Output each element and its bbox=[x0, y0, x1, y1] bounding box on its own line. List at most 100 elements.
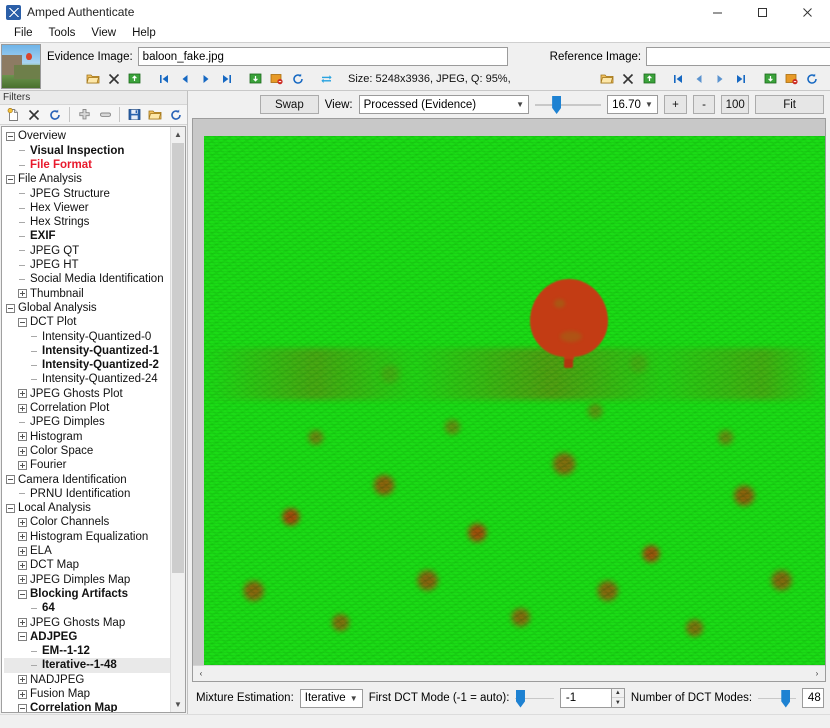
menu-help[interactable]: Help bbox=[124, 26, 164, 40]
hscroll-right-icon[interactable]: › bbox=[809, 666, 825, 681]
export-reference-icon[interactable] bbox=[640, 69, 659, 88]
tree-expand-icon[interactable] bbox=[18, 546, 27, 556]
tree-item[interactable]: Thumbnail bbox=[4, 287, 170, 301]
number-of-dct-modes-value[interactable]: 48 bbox=[801, 688, 824, 708]
evidence-input[interactable]: baloon_fake.jpg bbox=[137, 47, 508, 66]
tree-item[interactable]: Overview bbox=[4, 129, 170, 143]
tree-item[interactable]: Social Media Identification bbox=[4, 272, 170, 286]
open-evidence-icon[interactable] bbox=[83, 69, 102, 88]
tree-item[interactable]: DCT Map bbox=[4, 558, 170, 572]
tree-item[interactable]: JPEG QT bbox=[4, 244, 170, 258]
add-filter-icon[interactable] bbox=[74, 105, 94, 124]
zoom-fit-button[interactable]: Fit bbox=[755, 95, 824, 114]
tree-item[interactable]: Local Analysis bbox=[4, 501, 170, 515]
tree-item[interactable]: JPEG HT bbox=[4, 258, 170, 272]
close-evidence-icon[interactable] bbox=[104, 69, 123, 88]
tree-expand-icon[interactable] bbox=[18, 532, 27, 542]
tree-expand-icon[interactable] bbox=[18, 675, 27, 685]
remove-filter-icon[interactable] bbox=[95, 105, 115, 124]
tree-expand-icon[interactable] bbox=[18, 518, 27, 528]
hscroll-left-icon[interactable]: ‹ bbox=[193, 666, 209, 681]
tree-expand-icon[interactable] bbox=[18, 460, 27, 470]
tree-expand-icon[interactable] bbox=[18, 389, 27, 399]
tree-item[interactable]: EM--1-12 bbox=[4, 644, 170, 658]
export-evidence-icon[interactable] bbox=[125, 69, 144, 88]
tree-item[interactable]: Intensity-Quantized-0 bbox=[4, 330, 170, 344]
number-of-dct-modes-slider[interactable] bbox=[758, 689, 796, 708]
tree-item[interactable]: Fusion Map bbox=[4, 687, 170, 701]
tree-expand-icon[interactable] bbox=[18, 560, 27, 570]
first-dct-mode-slider[interactable] bbox=[515, 689, 554, 708]
save-image-icon[interactable] bbox=[761, 69, 780, 88]
swap-button[interactable]: Swap bbox=[260, 95, 319, 114]
tree-item[interactable]: JPEG Ghosts Plot bbox=[4, 387, 170, 401]
tree-item[interactable]: JPEG Dimples bbox=[4, 415, 170, 429]
tree-item[interactable]: File Format bbox=[4, 158, 170, 172]
previous-image-icon[interactable] bbox=[690, 69, 709, 88]
tree-item[interactable]: Color Channels bbox=[4, 515, 170, 529]
zoom-in-button[interactable]: + bbox=[663, 95, 687, 114]
tree-item[interactable]: Visual Inspection bbox=[4, 144, 170, 158]
menu-file[interactable]: File bbox=[6, 26, 41, 40]
zoom-100-button[interactable]: 100 bbox=[721, 95, 750, 114]
tree-item[interactable]: Hex Viewer bbox=[4, 201, 170, 215]
tree-item[interactable]: ELA bbox=[4, 544, 170, 558]
tree-item[interactable]: ADJPEG bbox=[4, 630, 170, 644]
add-bookmark-icon[interactable] bbox=[782, 69, 801, 88]
scroll-down-icon[interactable]: ▼ bbox=[171, 697, 185, 712]
tree-item[interactable]: Hex Strings bbox=[4, 215, 170, 229]
tree-expand-icon[interactable] bbox=[18, 689, 27, 699]
tree-item[interactable]: Intensity-Quantized-2 bbox=[4, 358, 170, 372]
maximize-button[interactable] bbox=[740, 0, 785, 24]
tree-item[interactable]: EXIF bbox=[4, 229, 170, 243]
tree-item[interactable]: Correlation Plot bbox=[4, 401, 170, 415]
tree-item[interactable]: Color Space bbox=[4, 444, 170, 458]
tree-expand-icon[interactable] bbox=[18, 403, 27, 413]
filter-tree[interactable]: Overview Visual Inspection File Format File… bbox=[2, 127, 170, 712]
last-image-icon[interactable] bbox=[732, 69, 751, 88]
tree-item[interactable]: NADJPEG bbox=[4, 673, 170, 687]
reset-filters-icon[interactable] bbox=[166, 105, 186, 124]
refresh-filter-icon[interactable] bbox=[45, 105, 65, 124]
scroll-thumb[interactable] bbox=[172, 143, 184, 574]
tree-expand-icon[interactable] bbox=[18, 432, 27, 442]
zoom-level-select[interactable]: 16.70 ▼ bbox=[607, 95, 658, 114]
open-filters-icon[interactable] bbox=[145, 105, 165, 124]
first-dct-slider-knob[interactable] bbox=[515, 689, 525, 708]
mixture-estimation-select[interactable]: Iterative ▼ bbox=[299, 688, 363, 708]
close-button[interactable] bbox=[785, 0, 830, 24]
tree-item[interactable]: File Analysis bbox=[4, 172, 170, 186]
new-filter-icon[interactable] bbox=[3, 105, 23, 124]
save-filters-icon[interactable] bbox=[124, 105, 144, 124]
zoom-out-button[interactable]: - bbox=[692, 95, 716, 114]
hscroll-track[interactable] bbox=[209, 666, 809, 681]
tree-collapse-icon[interactable] bbox=[6, 475, 15, 485]
tree-collapse-icon[interactable] bbox=[18, 317, 27, 327]
tree-item[interactable]: Intensity-Quantized-1 bbox=[4, 344, 170, 358]
menu-tools[interactable]: Tools bbox=[41, 26, 84, 40]
evidence-thumbnail[interactable] bbox=[1, 44, 41, 89]
tree-item[interactable]: DCT Plot bbox=[4, 315, 170, 329]
zoom-slider-knob[interactable] bbox=[552, 96, 562, 114]
tree-expand-icon[interactable] bbox=[18, 446, 27, 456]
tree-item[interactable]: 64 bbox=[4, 601, 170, 615]
tree-item[interactable]: Histogram bbox=[4, 430, 170, 444]
add-bookmark-icon[interactable] bbox=[267, 69, 286, 88]
reference-input[interactable] bbox=[646, 47, 830, 66]
tree-collapse-icon[interactable] bbox=[18, 632, 27, 642]
close-reference-icon[interactable] bbox=[619, 69, 638, 88]
tree-expand-icon[interactable] bbox=[18, 618, 27, 628]
tree-item[interactable]: Iterative--1-48 bbox=[4, 658, 170, 673]
previous-image-icon[interactable] bbox=[175, 69, 194, 88]
reload-icon[interactable] bbox=[288, 69, 307, 88]
tree-item[interactable]: JPEG Dimples Map bbox=[4, 573, 170, 587]
image-canvas[interactable] bbox=[193, 119, 825, 665]
filter-tree-scrollbar[interactable]: ▲ ▼ bbox=[170, 127, 185, 712]
next-image-icon[interactable] bbox=[711, 69, 730, 88]
sync-icon[interactable] bbox=[317, 69, 336, 88]
tree-item[interactable]: JPEG Ghosts Map bbox=[4, 616, 170, 630]
first-dct-mode-value[interactable]: -1 bbox=[559, 688, 612, 708]
first-dct-mode-spinbox[interactable]: -1 ▲ ▼ bbox=[559, 688, 625, 708]
spinner-up-icon[interactable]: ▲ bbox=[611, 689, 624, 698]
tree-item[interactable]: Global Analysis bbox=[4, 301, 170, 315]
